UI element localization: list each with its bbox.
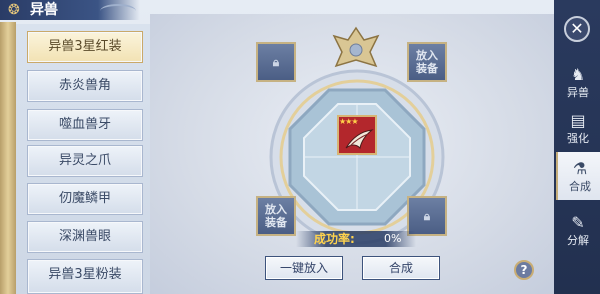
- star-rating: ★★★: [339, 117, 359, 126]
- lock-icon: 🔒︎: [423, 208, 431, 223]
- locked-slot-top-left[interactable]: 🔒︎: [256, 42, 296, 82]
- list-item[interactable]: 仞魔鳞甲: [27, 183, 143, 215]
- tab-label: 强化: [567, 132, 589, 145]
- list-item[interactable]: 异兽3星粉装: [27, 259, 143, 294]
- decompose-icon: ✎: [571, 213, 585, 232]
- slot-label-line2: 装备: [265, 216, 287, 229]
- window-title: 异兽: [30, 2, 58, 18]
- auto-fill-button[interactable]: 一键放入: [265, 256, 343, 280]
- tab-label: 异兽: [567, 86, 589, 99]
- help-button[interactable]: ?: [514, 260, 534, 280]
- success-rate-value: 0%: [384, 232, 402, 245]
- title-ornament: [100, 4, 136, 18]
- lock-icon: 🔒︎: [272, 54, 280, 69]
- left-pillar-ornament: [0, 22, 16, 294]
- slot-label-line1: 放入: [265, 203, 287, 216]
- list-item[interactable]: 赤炎兽角: [27, 70, 143, 102]
- tab-label: 分解: [567, 234, 589, 247]
- list-item[interactable]: 深渊兽眼: [27, 221, 143, 253]
- synthesize-icon: ⚗: [572, 159, 588, 178]
- close-icon: ✕: [570, 19, 584, 38]
- list-item[interactable]: 噬血兽牙: [27, 109, 143, 141]
- slot-label-line2: 装备: [416, 62, 438, 75]
- slot-label-line1: 放入: [416, 49, 438, 62]
- equipment-slot-bottom-left[interactable]: 放入 装备: [256, 196, 296, 236]
- success-rate-label: 成功率:: [314, 232, 355, 246]
- tab-enhance[interactable]: ▤ 强化: [556, 104, 600, 152]
- close-button[interactable]: ✕: [564, 16, 590, 42]
- dragon-crest-ornament: [332, 26, 380, 68]
- tab-label: 合成: [569, 180, 591, 193]
- tab-beast[interactable]: ♞ 异兽: [556, 58, 600, 106]
- list-item[interactable]: 异兽3星红装: [27, 31, 143, 63]
- synthesize-button[interactable]: 合成: [362, 256, 440, 280]
- beast-icon: ♞: [570, 65, 586, 84]
- equipment-slot-top-right[interactable]: 放入 装备: [407, 42, 447, 82]
- enhance-icon: ▤: [570, 111, 586, 130]
- list-item[interactable]: 异灵之爪: [27, 145, 143, 177]
- tab-decompose[interactable]: ✎ 分解: [556, 206, 600, 254]
- beast-claw-item-icon: [345, 129, 374, 150]
- beast-emblem-icon: ❂: [8, 2, 20, 18]
- tab-synthesize[interactable]: ⚗ 合成: [556, 152, 600, 200]
- locked-slot-bottom-right[interactable]: 🔒︎: [407, 196, 447, 236]
